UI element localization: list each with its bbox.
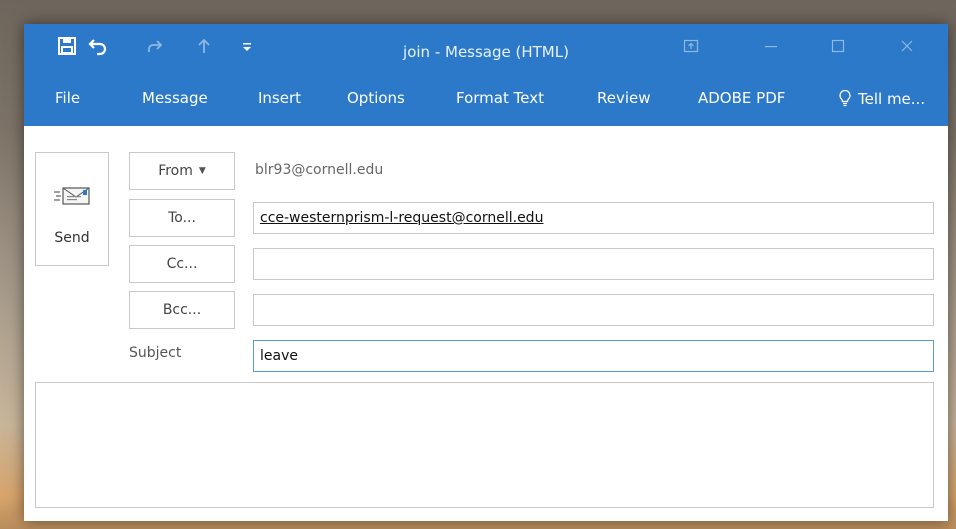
send-envelope-icon	[53, 185, 93, 211]
tab-format-text[interactable]: Format Text	[456, 89, 544, 107]
ribbon-tabs: File Message Insert Options Format Text …	[24, 76, 948, 126]
cc-field[interactable]	[253, 248, 934, 280]
tell-me-label: Tell me...	[858, 90, 926, 108]
tab-file[interactable]: File	[55, 89, 80, 107]
cc-button[interactable]: Cc...	[129, 245, 235, 283]
tab-review[interactable]: Review	[597, 89, 651, 107]
message-body[interactable]	[35, 382, 934, 508]
tab-options[interactable]: Options	[347, 89, 405, 107]
from-address: blr93@cornell.edu	[255, 162, 384, 178]
maximize-icon[interactable]	[830, 38, 846, 57]
lightbulb-icon	[839, 89, 851, 107]
from-label: From	[158, 163, 193, 179]
tab-message[interactable]: Message	[142, 89, 208, 107]
subject-field[interactable]: leave	[253, 340, 934, 372]
tell-me-search[interactable]: Tell me...	[838, 89, 925, 108]
to-recipient[interactable]: cce-westernprism-l-request@cornell.edu	[260, 210, 543, 226]
chevron-down-icon: ▼	[198, 166, 206, 176]
from-button[interactable]: From ▼	[129, 152, 235, 190]
close-icon[interactable]	[899, 38, 915, 57]
title-bar: join - Message (HTML)	[24, 24, 948, 76]
bcc-button[interactable]: Bcc...	[129, 291, 235, 329]
ribbon-display-options-icon[interactable]	[683, 38, 699, 57]
subject-label: Subject	[129, 345, 182, 361]
to-field[interactable]: cce-westernprism-l-request@cornell.edu	[253, 202, 934, 234]
bcc-field[interactable]	[253, 294, 934, 326]
tab-insert[interactable]: Insert	[258, 89, 301, 107]
message-window: join - Message (HTML) File Message Inser…	[24, 24, 948, 521]
send-label: Send	[54, 230, 90, 246]
window-title: join - Message (HTML)	[403, 43, 569, 61]
to-button[interactable]: To...	[129, 199, 235, 237]
minimize-icon[interactable]	[763, 38, 779, 57]
send-button[interactable]: Send	[35, 152, 109, 266]
tab-adobe-pdf[interactable]: ADOBE PDF	[698, 89, 785, 107]
